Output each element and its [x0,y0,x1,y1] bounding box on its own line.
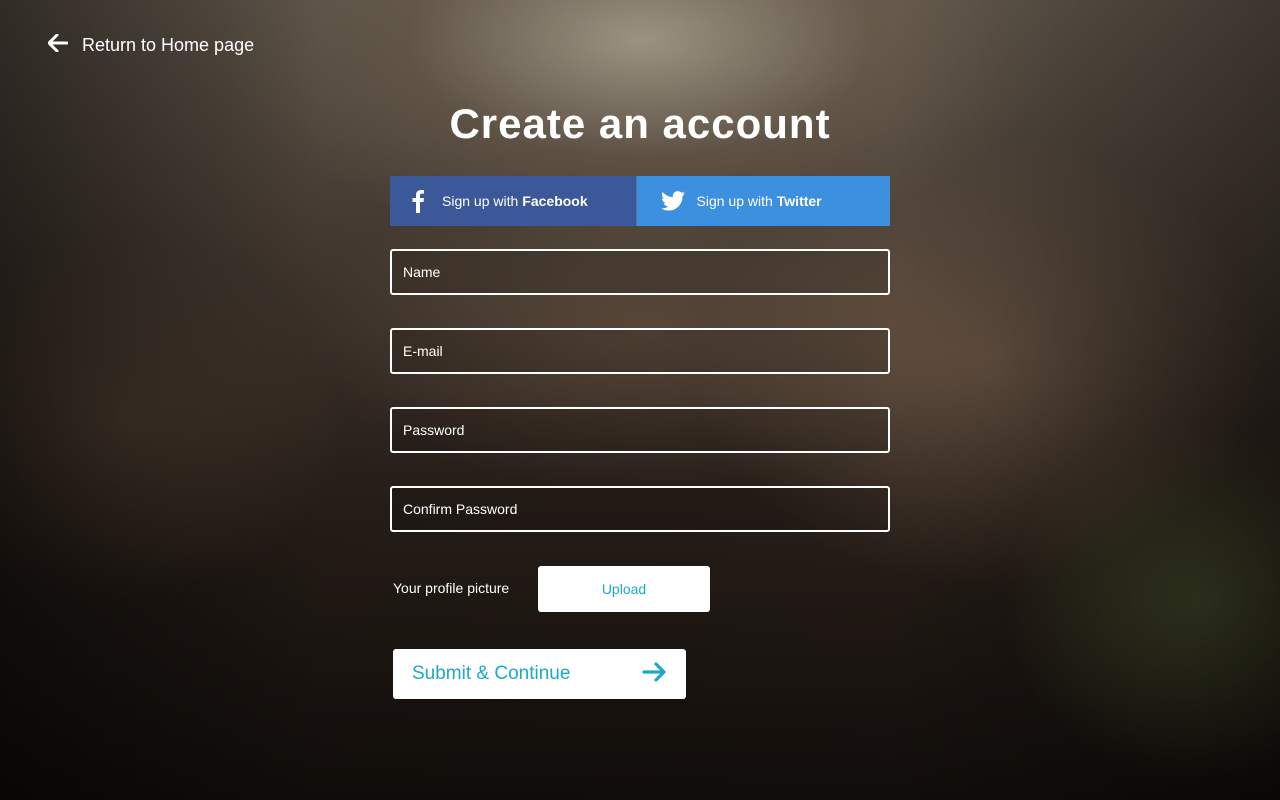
password-field [390,407,890,453]
arrow-right-icon [642,661,666,687]
facebook-signup-button[interactable]: Sign up with Facebook [390,176,637,226]
email-input[interactable] [392,330,888,372]
twitter-signup-prefix: Sign up with [696,193,773,209]
twitter-icon [659,191,687,211]
facebook-signup-prefix: Sign up with [442,193,519,209]
return-home-link[interactable]: Return to Home page [47,33,255,57]
twitter-signup-brand: Twitter [776,193,822,209]
name-input[interactable] [392,251,888,293]
name-field [390,249,890,295]
twitter-signup-button[interactable]: Sign up with Twitter [636,176,890,226]
page-title: Create an account [449,100,831,147]
confirm-password-field [390,486,890,532]
facebook-icon [404,189,432,213]
password-input[interactable] [392,409,888,451]
confirm-password-input[interactable] [392,488,888,530]
submit-label: Submit & Continue [412,663,571,684]
social-signup: Sign up with Facebook Sign up with Twitt… [390,176,890,226]
submit-continue-button[interactable]: Submit & Continue [393,649,686,699]
return-home-label: Return to Home page [82,35,255,55]
arrow-left-icon [47,33,69,57]
facebook-signup-brand: Facebook [522,193,588,209]
profile-picture-label: Your profile picture [393,580,510,596]
upload-button[interactable]: Upload [538,566,710,612]
email-field [390,328,890,374]
